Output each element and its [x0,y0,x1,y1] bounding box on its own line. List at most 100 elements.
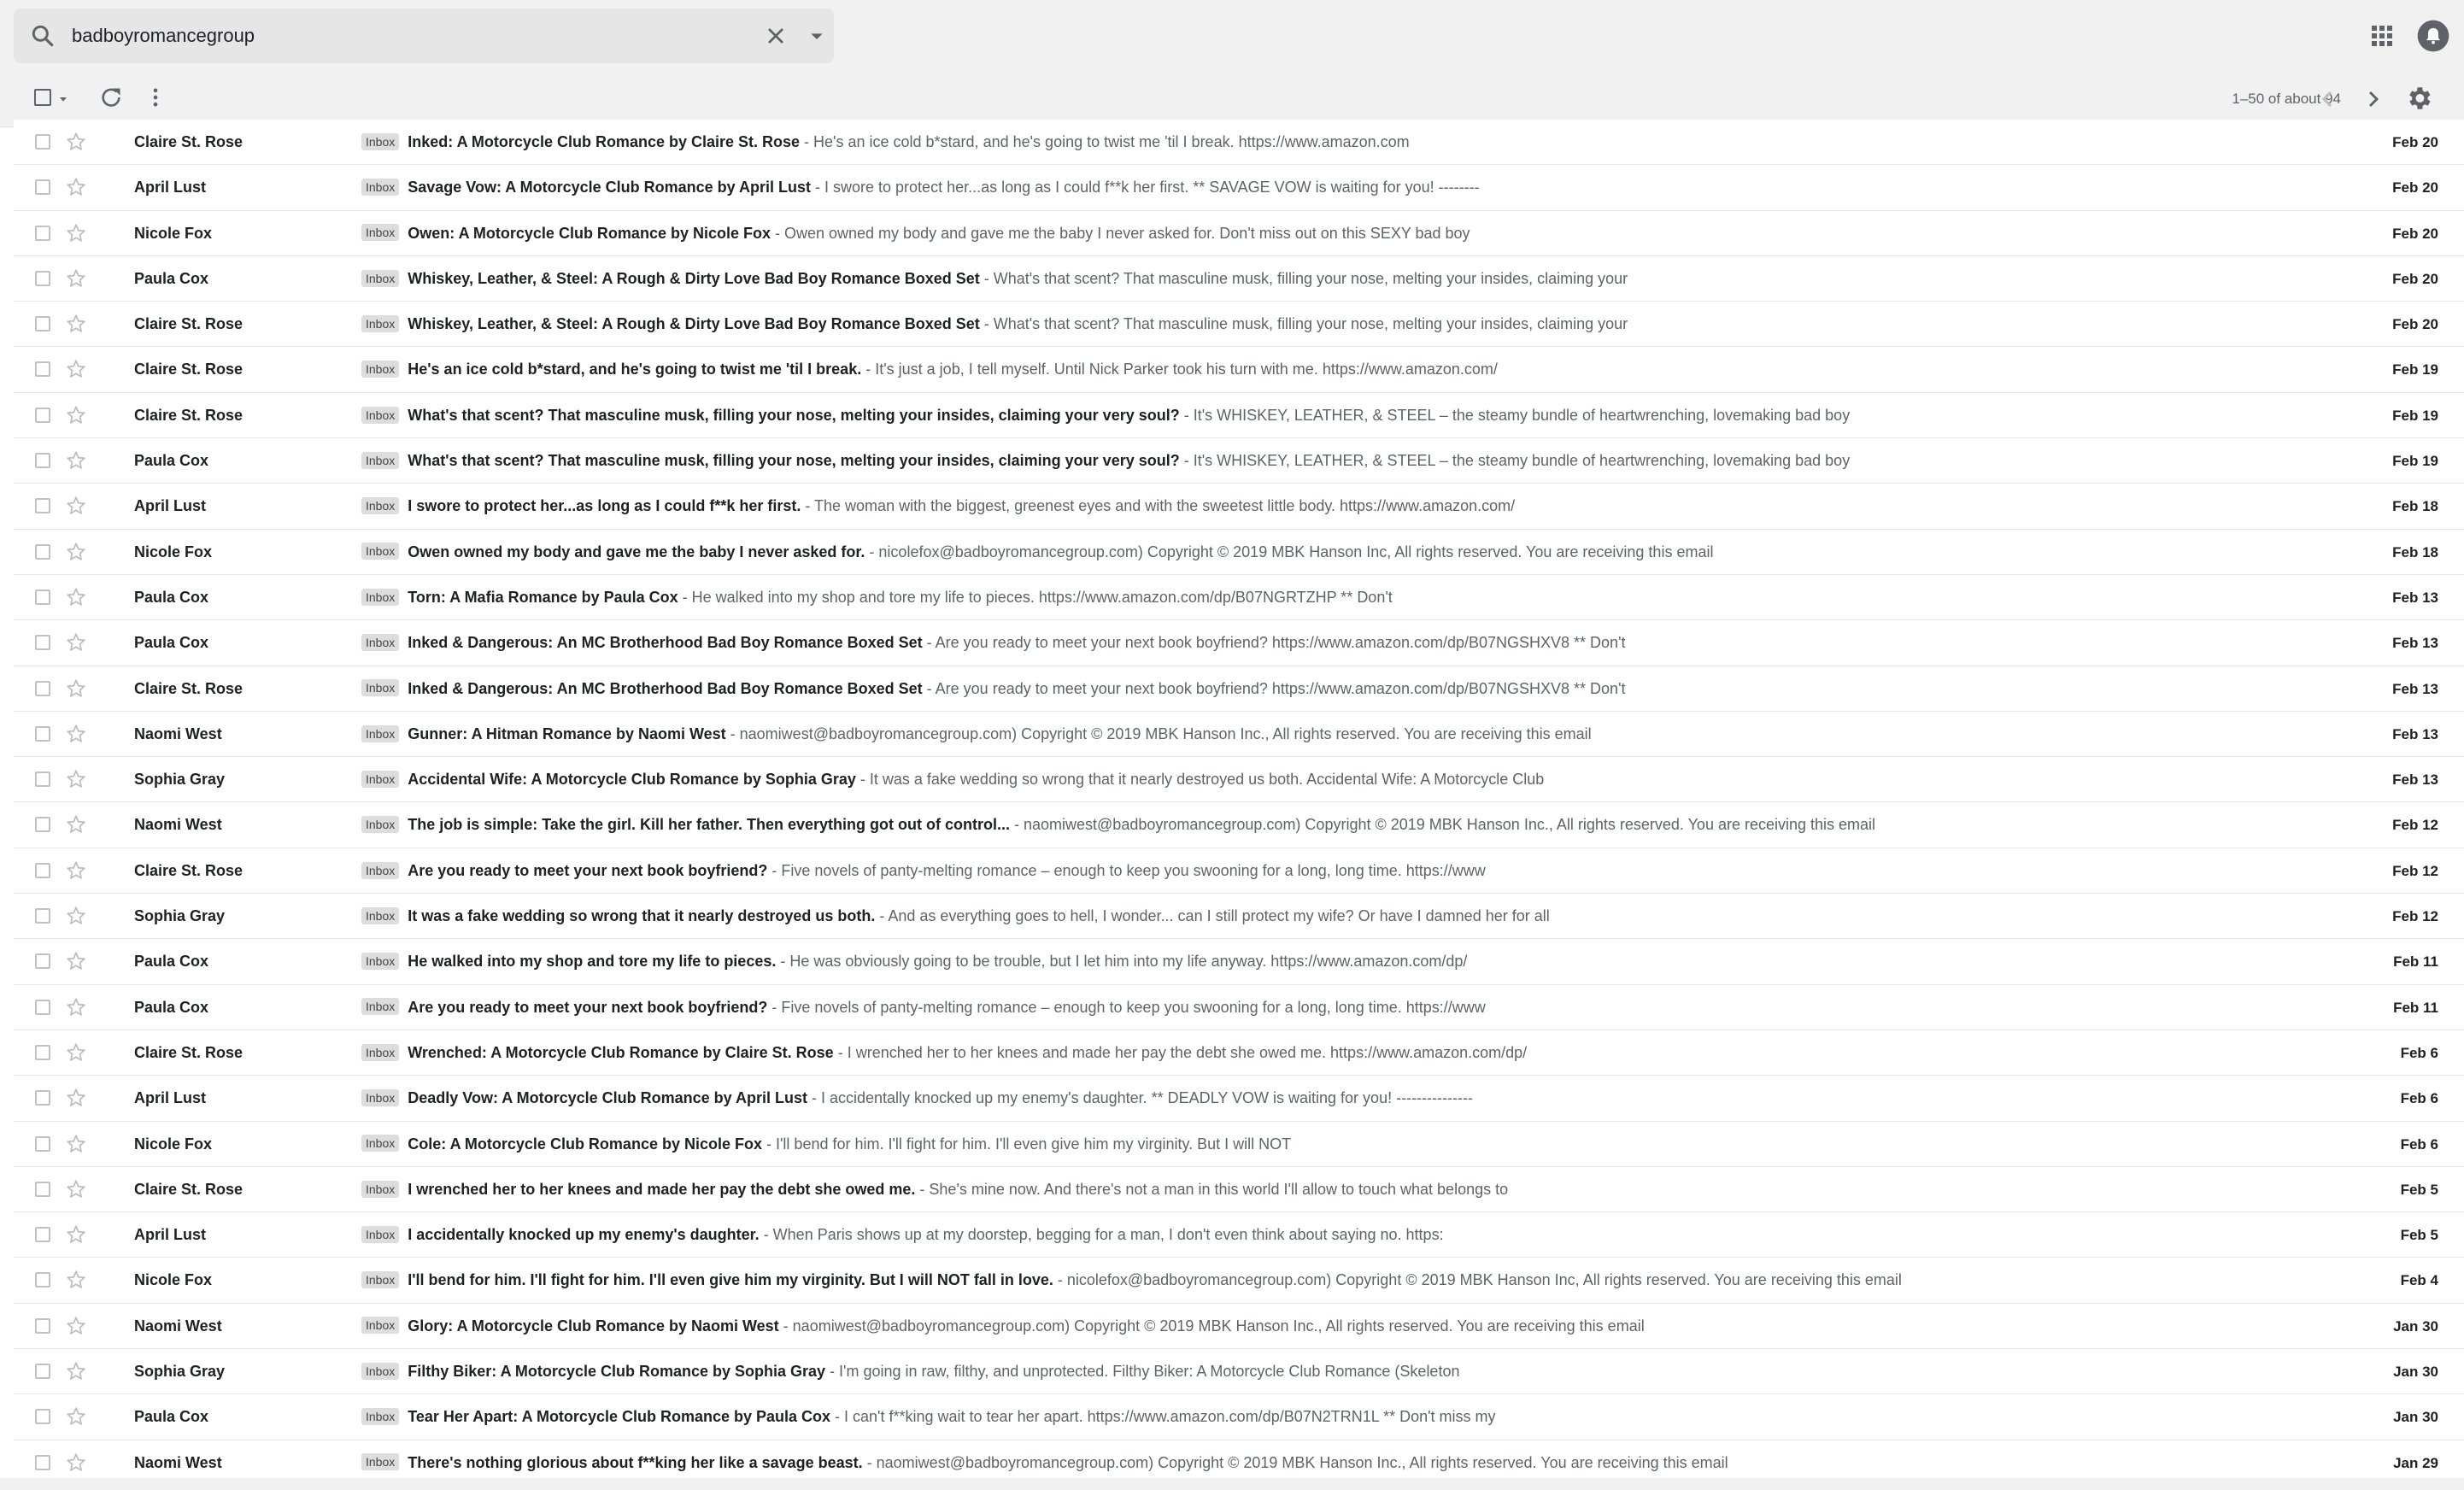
email-row[interactable]: Paula Cox Inbox Are you ready to meet your… [14,984,2464,1030]
caret-down-icon[interactable] [56,92,70,106]
row-checkbox[interactable] [35,179,50,196]
email-row[interactable]: Claire St. Rose Inbox Whiskey, Leather, & … [14,302,2464,348]
star-icon[interactable] [65,1360,87,1382]
row-checkbox[interactable] [35,680,50,696]
star-icon[interactable] [65,1223,87,1246]
row-checkbox[interactable] [35,453,50,469]
row-checkbox[interactable] [35,1044,50,1060]
close-icon[interactable] [762,22,789,50]
email-row[interactable]: Claire St. Rose Inbox Wrenched: A Motorcyc… [14,1030,2464,1076]
row-checkbox[interactable] [35,908,50,924]
more-vert-icon[interactable] [144,85,167,109]
caret-down-icon[interactable] [803,22,830,50]
star-icon[interactable] [65,358,87,380]
select-all-checkbox[interactable] [34,89,51,106]
refresh-icon[interactable] [99,85,123,109]
star-icon[interactable] [65,950,87,972]
star-icon[interactable] [65,1087,87,1109]
star-icon[interactable] [65,222,87,244]
row-checkbox[interactable] [35,771,50,788]
row-checkbox[interactable] [35,862,50,878]
row-checkbox[interactable] [35,543,50,560]
gear-icon[interactable] [2404,84,2433,113]
row-checkbox[interactable] [35,1272,50,1288]
star-icon[interactable] [65,176,87,198]
star-icon[interactable] [65,586,87,608]
star-icon[interactable] [65,541,87,563]
email-row[interactable]: Paula Cox Inbox What's that scent? That ma… [14,438,2464,484]
row-checkbox[interactable] [35,1181,50,1197]
star-icon[interactable] [65,1178,87,1200]
search-input[interactable]: badboyromancegroup [72,9,255,63]
email-row[interactable]: Sophia Gray Inbox It was a fake wedding so… [14,894,2464,940]
email-row[interactable]: Naomi West Inbox Glory: A Motorcycle Club … [14,1303,2464,1350]
row-checkbox[interactable] [35,1364,50,1380]
email-row[interactable]: Paula Cox Inbox Whiskey, Leather, & Steel:… [14,255,2464,302]
email-row[interactable]: Claire St. Rose Inbox Inked & Dangerous: A… [14,666,2464,712]
star-icon[interactable] [65,905,87,927]
row-checkbox[interactable] [35,1454,50,1470]
star-icon[interactable] [65,267,87,290]
chevron-left-icon[interactable] [2314,85,2341,113]
row-checkbox[interactable] [35,635,50,651]
row-checkbox[interactable] [35,1227,50,1243]
star-icon[interactable] [65,1405,87,1428]
row-checkbox[interactable] [35,1317,50,1334]
star-icon[interactable] [65,495,87,517]
email-row[interactable]: Paula Cox Inbox Torn: A Mafia Romance by P… [14,574,2464,621]
email-row[interactable]: Sophia Gray Inbox Accidental Wife: A Motor… [14,757,2464,803]
apps-grid-icon[interactable] [2367,21,2397,51]
star-icon[interactable] [65,1452,87,1474]
row-checkbox[interactable] [35,134,50,150]
email-row[interactable]: Claire St. Rose Inbox I wrenched her to he… [14,1166,2464,1213]
email-row[interactable]: Paula Cox Inbox He walked into my shop and… [14,939,2464,985]
star-icon[interactable] [65,1041,87,1064]
star-icon[interactable] [65,813,87,836]
star-icon[interactable] [65,131,87,153]
row-checkbox[interactable] [35,361,50,378]
email-row[interactable]: Nicole Fox Inbox Owen owned my body and ga… [14,529,2464,575]
email-row[interactable]: April Lust Inbox I swore to protect her...… [14,484,2464,530]
email-row[interactable]: Paula Cox Inbox Inked & Dangerous: An MC B… [14,620,2464,666]
row-checkbox[interactable] [35,316,50,332]
email-row[interactable]: Nicole Fox Inbox I'll bend for him. I'll f… [14,1258,2464,1304]
email-row[interactable]: Nicole Fox Inbox Owen: A Motorcycle Club R… [14,210,2464,256]
row-checkbox[interactable] [35,589,50,605]
email-row[interactable]: Claire St. Rose Inbox He's an ice cold b*s… [14,347,2464,393]
row-checkbox[interactable] [35,725,50,742]
star-icon[interactable] [65,678,87,700]
star-icon[interactable] [65,723,87,745]
star-icon[interactable] [65,1269,87,1291]
email-row[interactable]: Naomi West Inbox There's nothing glorious … [14,1440,2464,1478]
email-row[interactable]: Naomi West Inbox Gunner: A Hitman Romance … [14,711,2464,758]
star-icon[interactable] [65,996,87,1018]
row-checkbox[interactable] [35,953,50,970]
email-row[interactable]: April Lust Inbox Deadly Vow: A Motorcycle … [14,1076,2464,1122]
row-checkbox[interactable] [35,498,50,514]
star-icon[interactable] [65,449,87,472]
search-icon[interactable] [29,22,56,50]
email-row[interactable]: Claire St. Rose Inbox What's that scent? T… [14,392,2464,439]
chevron-right-icon[interactable] [2360,85,2387,113]
search-box[interactable]: badboyromancegroup [14,9,834,63]
star-icon[interactable] [65,768,87,790]
email-row[interactable]: Naomi West Inbox The job is simple: Take t… [14,802,2464,848]
row-checkbox[interactable] [35,817,50,833]
star-icon[interactable] [65,1315,87,1337]
row-checkbox[interactable] [35,1135,50,1152]
row-checkbox[interactable] [35,1409,50,1425]
email-row[interactable]: Claire St. Rose Inbox Inked: A Motorcycle … [14,120,2464,166]
email-row[interactable]: Paula Cox Inbox Tear Her Apart: A Motorcyc… [14,1394,2464,1440]
row-checkbox[interactable] [35,225,50,241]
email-row[interactable]: Claire St. Rose Inbox Are you ready to mee… [14,848,2464,895]
row-checkbox[interactable] [35,270,50,286]
row-checkbox[interactable] [35,1090,50,1106]
star-icon[interactable] [65,313,87,335]
bell-icon[interactable] [2416,19,2450,53]
email-row[interactable]: April Lust Inbox Savage Vow: A Motorcycle … [14,165,2464,211]
star-icon[interactable] [65,404,87,426]
email-row[interactable]: April Lust Inbox I accidentally knocked up… [14,1212,2464,1258]
star-icon[interactable] [65,1133,87,1155]
row-checkbox[interactable] [35,999,50,1015]
star-icon[interactable] [65,631,87,654]
